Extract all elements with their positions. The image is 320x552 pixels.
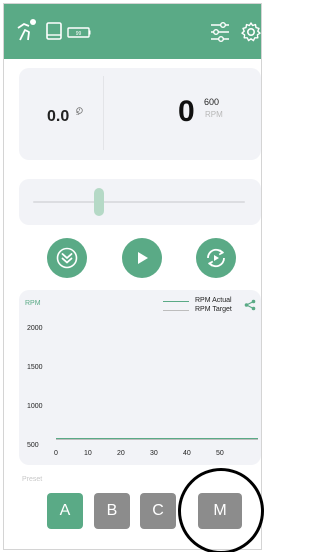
share-icon[interactable] xyxy=(244,298,256,316)
y-tick-label: 500 xyxy=(27,442,39,449)
rpm-current-value: 0 xyxy=(178,95,195,128)
y-tick-label: 2000 xyxy=(27,325,43,332)
legend-actual: RPM Actual xyxy=(195,297,232,304)
y-tick-label: 1000 xyxy=(27,403,43,410)
legend-line-actual xyxy=(163,301,189,302)
preset-b-button[interactable]: B xyxy=(94,493,130,529)
elapsed-time-unit: s xyxy=(76,110,80,117)
preset-a-button[interactable]: A xyxy=(47,493,83,529)
x-tick-label: 20 xyxy=(117,450,125,457)
legend-line-target xyxy=(163,310,189,311)
speed-slider-card xyxy=(19,179,261,225)
elapsed-time-value: 0.0 xyxy=(47,108,70,125)
y-tick-label: 1500 xyxy=(27,364,43,371)
x-tick-label: 10 xyxy=(84,450,92,457)
speed-slider-track[interactable] xyxy=(33,201,245,203)
x-tick-label: 50 xyxy=(216,450,224,457)
rpm-unit-label: RPM xyxy=(205,110,223,119)
rpm-max-value: 600 xyxy=(204,97,220,107)
cycle-icon xyxy=(207,248,225,268)
gear-icon[interactable] xyxy=(240,21,261,48)
battery-text: 99 xyxy=(76,31,82,37)
play-icon xyxy=(138,252,148,264)
preset-m-button[interactable]: M xyxy=(198,493,242,529)
ramp-down-button[interactable] xyxy=(47,238,87,278)
run-icon[interactable] xyxy=(16,18,38,47)
series-line-actual xyxy=(56,438,258,440)
settings-sliders-icon[interactable] xyxy=(209,21,231,48)
status-divider xyxy=(103,76,104,150)
rpm-chart: RPM RPM Actual RPM Target 2000 1500 1000… xyxy=(19,290,261,465)
play-button[interactable] xyxy=(122,238,162,278)
preset-label: Preset xyxy=(22,476,43,483)
tablet-icon[interactable] xyxy=(46,22,62,45)
chart-y-axis-label: RPM xyxy=(25,300,41,307)
ramp-down-icon xyxy=(56,247,78,269)
preset-c-button[interactable]: C xyxy=(140,493,176,529)
x-tick-label: 0 xyxy=(54,450,58,457)
legend-target: RPM Target xyxy=(195,306,232,313)
x-tick-label: 30 xyxy=(150,450,158,457)
cycle-button[interactable] xyxy=(196,238,236,278)
status-card: 0.0 s 0 600 RPM xyxy=(19,68,261,160)
top-bar: 99 xyxy=(4,4,261,59)
x-tick-label: 40 xyxy=(183,450,191,457)
battery-icon: 99 xyxy=(67,25,91,43)
speed-slider-thumb[interactable] xyxy=(93,188,104,216)
app-screen: 99 0.0 s 0 600 RPM RPM RPM Actual RPM Ta… xyxy=(3,3,262,550)
